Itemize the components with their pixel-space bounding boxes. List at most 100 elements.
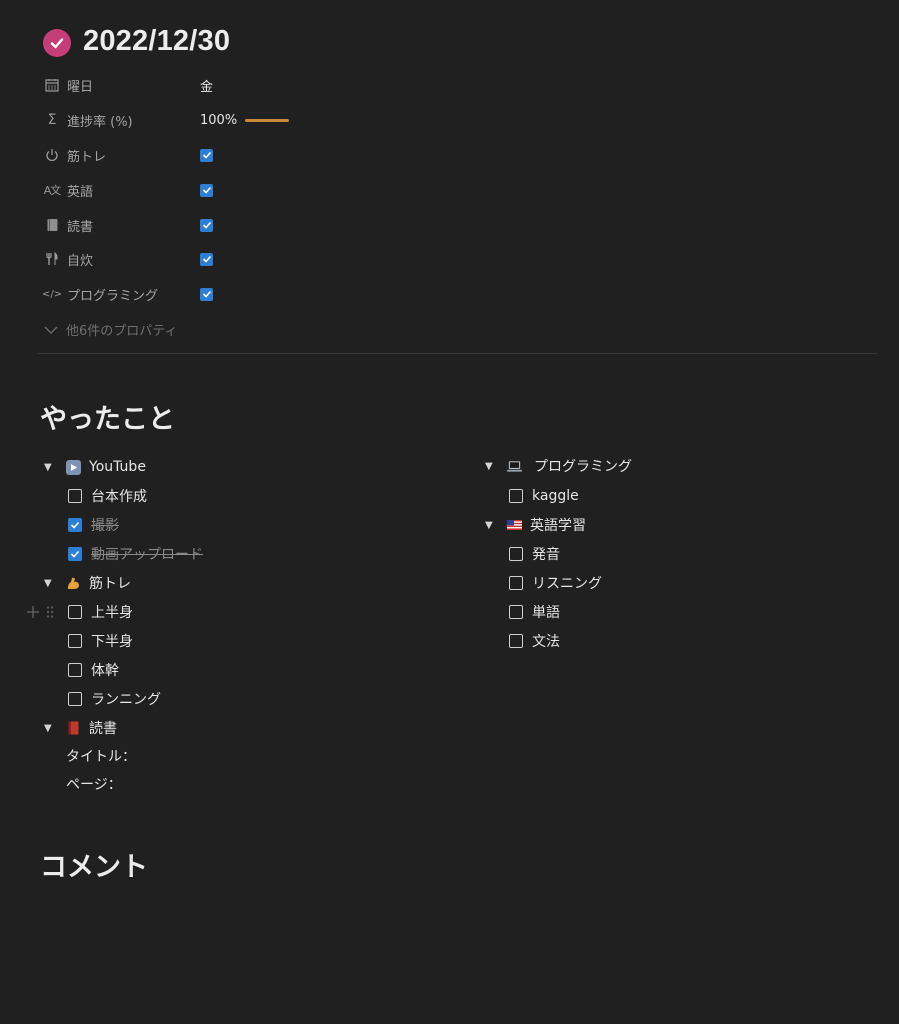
chevron-down-icon bbox=[43, 320, 59, 339]
block-handle[interactable] bbox=[26, 604, 54, 623]
toggle-workout[interactable]: ▼ 筋トレ bbox=[44, 572, 444, 594]
property-label: 進捗率 (%) bbox=[67, 114, 133, 130]
checkbox[interactable] bbox=[509, 576, 523, 590]
triangle-down-icon[interactable]: ▼ bbox=[485, 520, 499, 531]
todo-label: ランニング bbox=[91, 692, 161, 708]
property-row-programming[interactable]: </> プログラミング bbox=[41, 283, 443, 305]
checkbox[interactable] bbox=[200, 252, 213, 266]
property-label: 筋トレ bbox=[67, 149, 107, 165]
power-icon bbox=[43, 146, 61, 164]
progress-text: 100% bbox=[200, 112, 238, 128]
progress-bar bbox=[245, 118, 290, 122]
toggle-label: 筋トレ bbox=[89, 576, 131, 592]
more-properties-button[interactable]: 他6件のプロパティ bbox=[43, 319, 178, 339]
todo-item[interactable]: 動画アップロード bbox=[68, 543, 444, 565]
todo-item[interactable]: 単語 bbox=[509, 601, 875, 623]
reading-page-line[interactable]: ページ： bbox=[66, 773, 444, 795]
progress-value[interactable]: 100% bbox=[200, 112, 290, 128]
todo-item[interactable]: 撮影 bbox=[68, 514, 444, 536]
page-title[interactable]: 2022/12/30 bbox=[83, 25, 230, 58]
todo-item[interactable]: 台本作成 bbox=[68, 485, 444, 507]
fork-knife-icon bbox=[43, 250, 61, 268]
triangle-down-icon[interactable]: ▼ bbox=[485, 461, 499, 472]
todo-item[interactable]: 体幹 bbox=[68, 659, 444, 681]
plus-icon[interactable] bbox=[26, 604, 40, 623]
checkbox[interactable] bbox=[68, 692, 82, 706]
drag-handle-icon[interactable] bbox=[46, 604, 54, 623]
todo-label: 体幹 bbox=[91, 663, 119, 679]
page-check-icon[interactable] bbox=[43, 29, 71, 57]
todo-item[interactable]: kaggle bbox=[509, 485, 875, 507]
property-row-progress[interactable]: Σ 進捗率 (%) 100% bbox=[43, 109, 443, 131]
property-label: 曜日 bbox=[67, 79, 94, 95]
todo-label: 文法 bbox=[532, 634, 560, 650]
sigma-icon: Σ bbox=[47, 112, 57, 128]
play-button-icon bbox=[66, 459, 81, 475]
todo-label: 撮影 bbox=[91, 518, 119, 534]
property-label: 英語 bbox=[67, 184, 94, 200]
property-value[interactable]: 金 bbox=[200, 76, 213, 95]
toggle-youtube[interactable]: ▼ YouTube bbox=[44, 456, 444, 478]
todo-item[interactable]: 文法 bbox=[509, 630, 875, 652]
todo-item[interactable]: リスニング bbox=[509, 572, 875, 594]
todo-label: 上半身 bbox=[91, 605, 133, 621]
checkbox[interactable] bbox=[509, 489, 523, 503]
property-row-workout[interactable]: 筋トレ bbox=[43, 144, 443, 166]
triangle-down-icon[interactable]: ▼ bbox=[44, 462, 58, 473]
property-row-reading[interactable]: 読書 bbox=[43, 214, 443, 236]
translate-icon: A文 bbox=[43, 184, 62, 197]
progress-fill bbox=[245, 118, 290, 122]
book-icon bbox=[43, 216, 61, 234]
todo-label: 単語 bbox=[532, 605, 560, 621]
toggle-label: 読書 bbox=[89, 721, 117, 737]
checkbox[interactable] bbox=[200, 287, 213, 301]
more-properties-label: 他6件のプロパティ bbox=[66, 323, 178, 339]
reading-title-line[interactable]: タイトル： bbox=[66, 745, 444, 767]
checkbox[interactable] bbox=[509, 547, 523, 561]
todo-label: リスニング bbox=[532, 576, 602, 592]
property-row-weekday[interactable]: 曜日 金 bbox=[43, 74, 443, 96]
divider bbox=[38, 353, 877, 354]
todo-item[interactable]: 上半身 bbox=[68, 601, 444, 623]
checkbox[interactable] bbox=[509, 634, 523, 648]
todo-label: 発音 bbox=[532, 547, 560, 563]
checkbox[interactable] bbox=[200, 183, 213, 197]
heading-comment[interactable]: コメント bbox=[40, 845, 148, 884]
checkbox[interactable] bbox=[200, 218, 213, 232]
todo-label: 下半身 bbox=[91, 634, 133, 650]
toggle-label: 英語学習 bbox=[530, 518, 586, 534]
us-flag-icon bbox=[507, 518, 522, 533]
right-column: ▼ プログラミング kaggle ▼ 英語学習 発音 リスニング 単語 文法 bbox=[485, 455, 875, 652]
checkbox[interactable] bbox=[68, 663, 82, 677]
todo-item[interactable]: 下半身 bbox=[68, 630, 444, 652]
todo-item[interactable]: 発音 bbox=[509, 543, 875, 565]
toggle-reading[interactable]: ▼ 読書 bbox=[44, 717, 444, 739]
property-row-cooking[interactable]: 自炊 bbox=[43, 248, 443, 270]
laptop-icon bbox=[507, 459, 522, 474]
checkbox[interactable] bbox=[200, 148, 213, 162]
checkbox[interactable] bbox=[68, 547, 82, 561]
red-book-icon bbox=[66, 721, 81, 736]
property-label: プログラミング bbox=[67, 288, 159, 304]
calendar-icon bbox=[43, 76, 61, 94]
property-label: 読書 bbox=[67, 219, 94, 235]
heading-done[interactable]: やったこと bbox=[40, 397, 175, 436]
triangle-down-icon[interactable]: ▼ bbox=[44, 578, 58, 589]
property-label: 自炊 bbox=[67, 253, 94, 269]
todo-label: 動画アップロード bbox=[91, 547, 203, 563]
todo-label: 台本作成 bbox=[91, 489, 147, 505]
code-icon: </> bbox=[41, 288, 63, 300]
toggle-programming[interactable]: ▼ プログラミング bbox=[485, 455, 875, 477]
toggle-english[interactable]: ▼ 英語学習 bbox=[485, 514, 875, 536]
todo-item[interactable]: ランニング bbox=[68, 688, 444, 710]
left-column: ▼ YouTube 台本作成 撮影 動画アップロード ▼ 筋トレ 上半身 下半身… bbox=[44, 456, 444, 795]
checkbox[interactable] bbox=[68, 605, 82, 619]
todo-label: kaggle bbox=[532, 488, 579, 504]
toggle-label: YouTube bbox=[89, 459, 146, 475]
checkbox[interactable] bbox=[68, 634, 82, 648]
checkbox[interactable] bbox=[68, 489, 82, 503]
checkbox[interactable] bbox=[509, 605, 523, 619]
checkbox[interactable] bbox=[68, 518, 82, 532]
property-row-english[interactable]: A文 英語 bbox=[43, 179, 443, 201]
triangle-down-icon[interactable]: ▼ bbox=[44, 723, 58, 734]
